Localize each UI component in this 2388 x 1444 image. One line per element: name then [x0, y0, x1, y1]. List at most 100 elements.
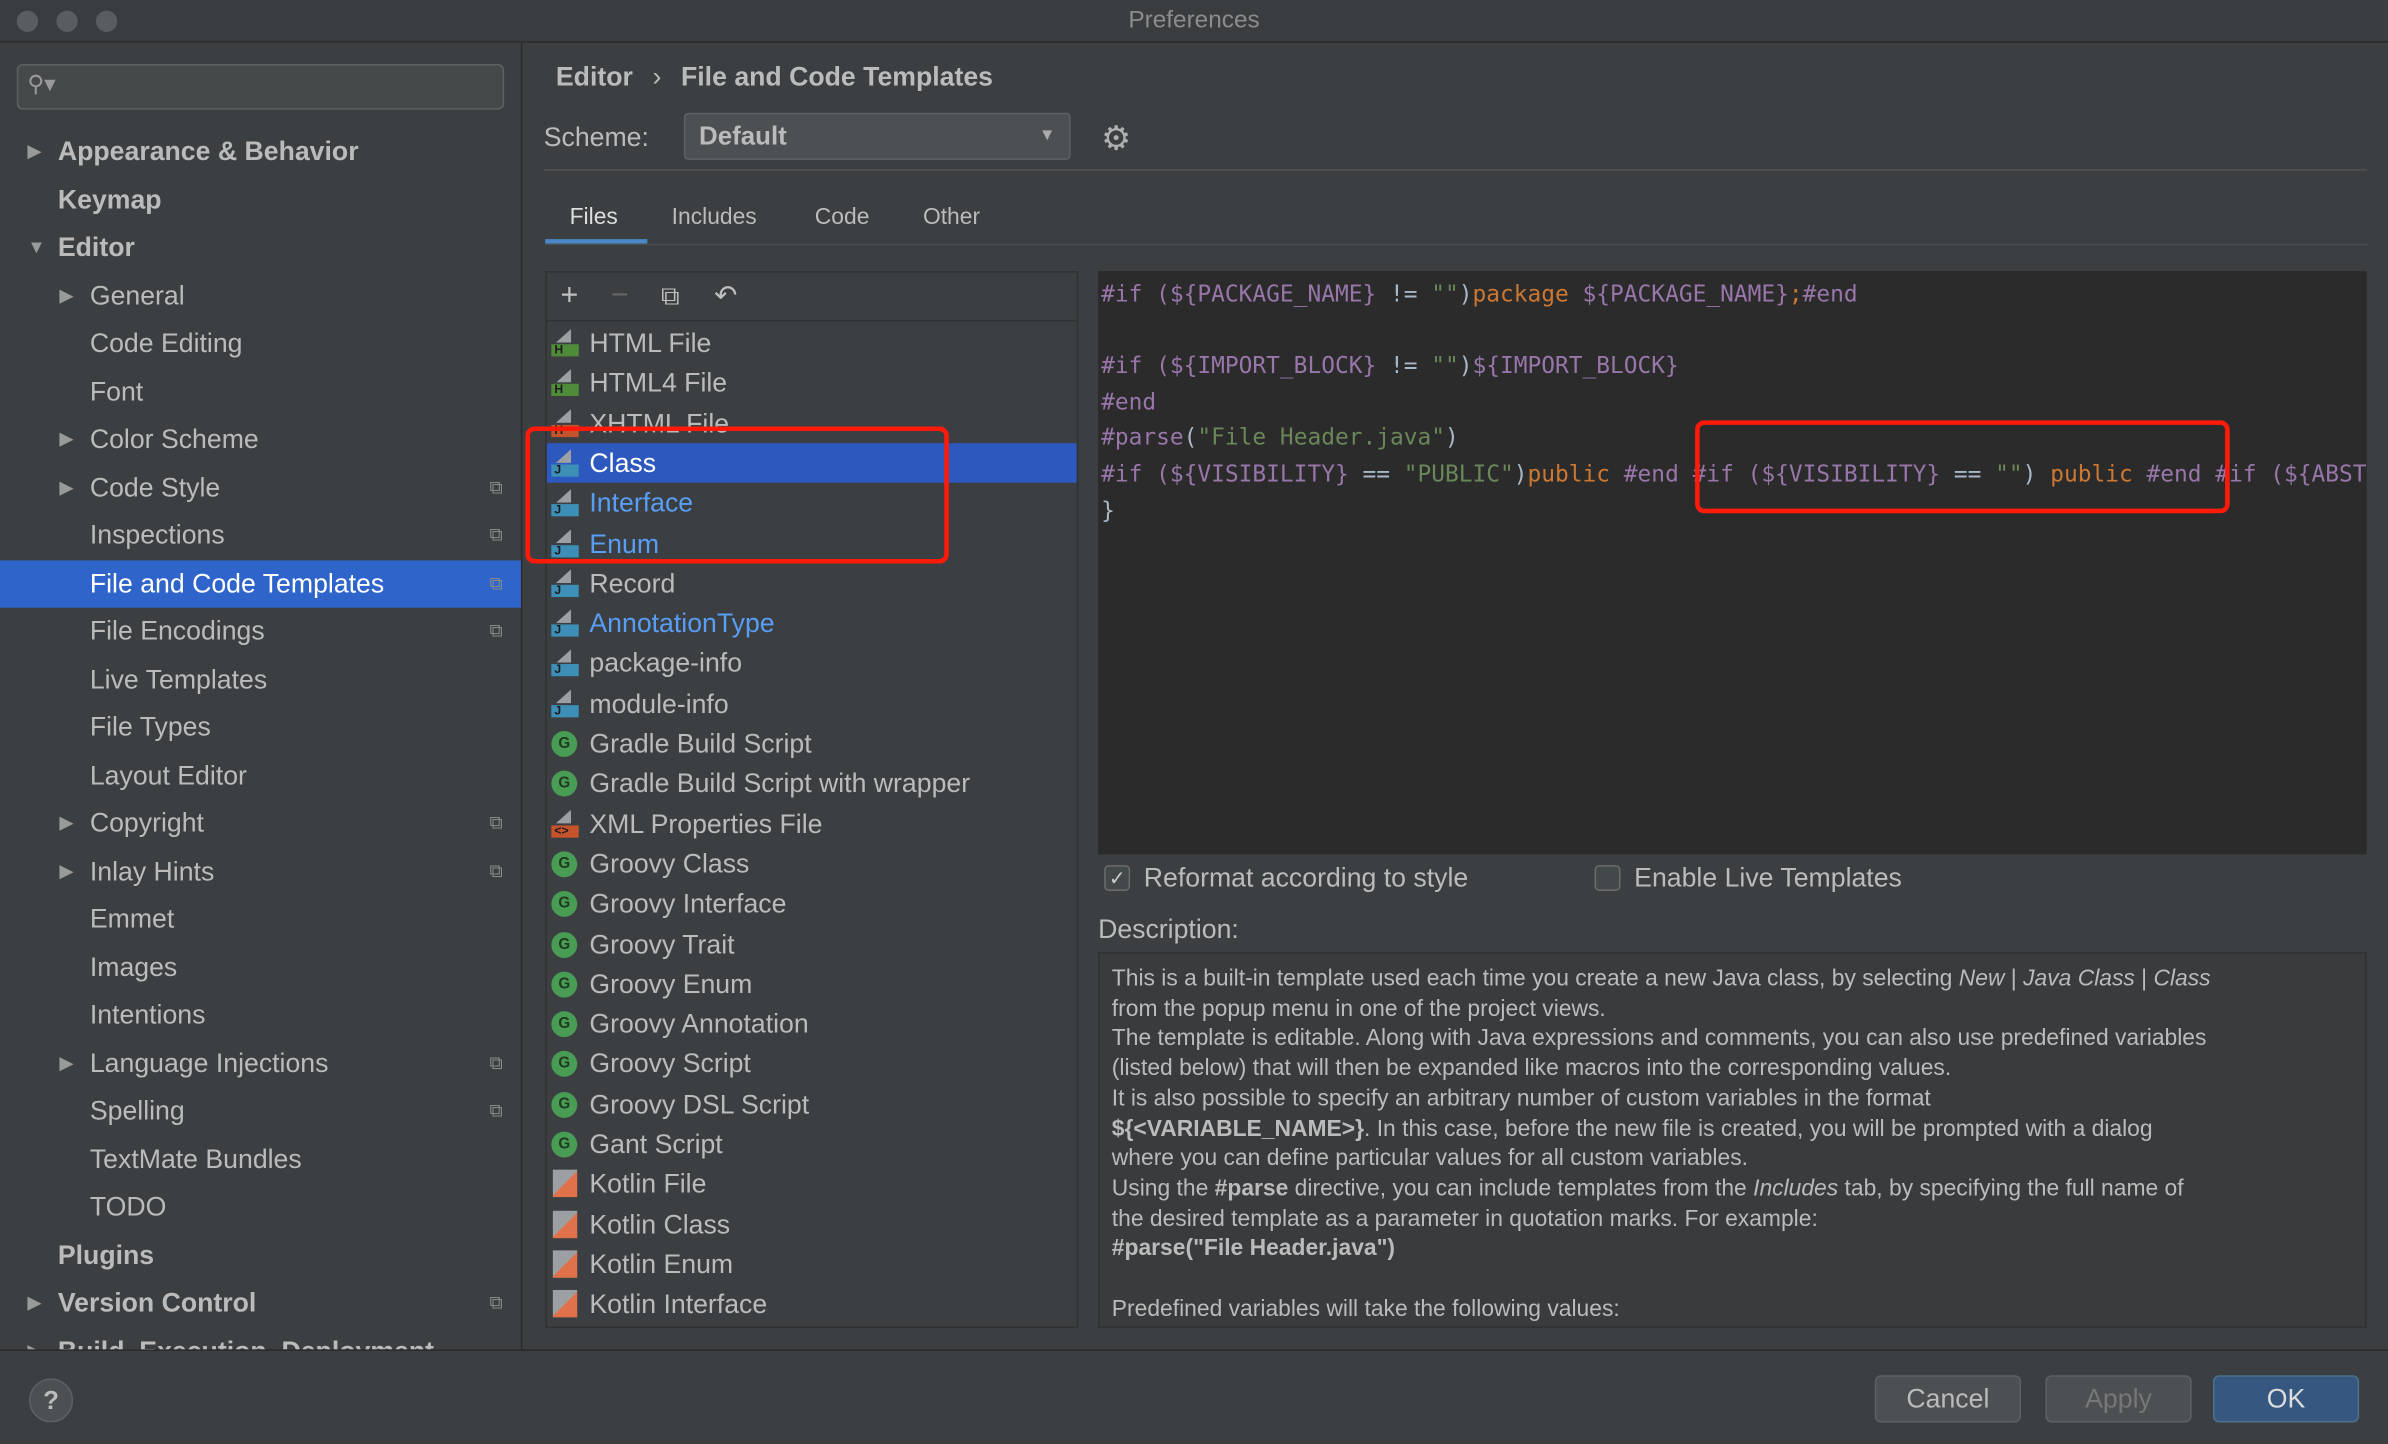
gradle-icon: G	[551, 771, 578, 797]
list-toolbar: + − ⧉ ↶	[546, 273, 1077, 322]
description-label: Description:	[1098, 913, 1239, 945]
template-item[interactable]: H HTML File	[547, 323, 1077, 363]
template-item[interactable]: G Groovy Interface	[547, 884, 1077, 924]
tab-includes[interactable]: Includes	[672, 204, 757, 230]
add-icon[interactable]: +	[560, 279, 578, 314]
sidebar-item[interactable]: File Encodings ⧉	[0, 608, 521, 655]
sidebar-item[interactable]: ▶ Code Style ⧉	[0, 464, 521, 511]
template-item-label: Kotlin File	[589, 1168, 707, 1200]
template-item[interactable]: Kotlin Class	[547, 1204, 1077, 1244]
template-item[interactable]: Kotlin Interface	[547, 1284, 1077, 1324]
sidebar-item[interactable]: ▶ Copyright ⧉	[0, 800, 521, 847]
maximize-window-button[interactable]	[95, 10, 118, 32]
code-token: #if (	[1101, 280, 1170, 308]
close-window-button[interactable]	[16, 10, 39, 32]
chevron-right-icon[interactable]: ▶	[27, 1279, 41, 1326]
reformat-checkbox[interactable]: ✓	[1104, 865, 1131, 891]
project-settings-icon: ⧉	[489, 475, 503, 498]
chevron-right-icon[interactable]: ▶	[59, 848, 73, 895]
sidebar-item[interactable]: Images	[0, 943, 521, 990]
template-item[interactable]: G Groovy Trait	[547, 924, 1077, 964]
help-button[interactable]: ?	[28, 1378, 74, 1423]
tab-other[interactable]: Other	[923, 204, 980, 230]
sidebar-item[interactable]: ▶ Appearance & Behavior	[0, 128, 521, 175]
template-item[interactable]: G Groovy Script	[547, 1044, 1077, 1084]
chevron-right-icon[interactable]: ▶	[59, 800, 73, 847]
sidebar-item[interactable]: Intentions	[0, 991, 521, 1038]
code-token: (	[1183, 423, 1198, 452]
sidebar-item-label: General	[89, 279, 185, 310]
remove-icon[interactable]: −	[611, 279, 629, 314]
sidebar-item[interactable]: Live Templates	[0, 656, 521, 703]
sidebar-item[interactable]: ▶ Inlay Hints ⧉	[0, 848, 521, 895]
apply-button[interactable]: Apply	[2045, 1375, 2192, 1423]
sidebar-item[interactable]: ▶ General	[0, 272, 521, 319]
sidebar-item[interactable]: Plugins	[0, 1231, 521, 1278]
template-item[interactable]: J Record	[547, 563, 1077, 603]
template-item-label: Groovy Enum	[589, 968, 753, 999]
code-token: ""	[1431, 280, 1459, 308]
template-item[interactable]: G Groovy Annotation	[547, 1004, 1077, 1044]
template-item[interactable]: J AnnotationType	[547, 603, 1077, 643]
sidebar-item[interactable]: Keymap	[0, 176, 521, 223]
live-templates-checkbox[interactable]	[1594, 865, 1621, 891]
template-item[interactable]: G Groovy DSL Script	[547, 1084, 1077, 1124]
chevron-down-icon[interactable]: ▼	[27, 224, 45, 271]
sidebar-item[interactable]: ▶ Language Injections ⧉	[0, 1039, 521, 1086]
sidebar-item[interactable]: TextMate Bundles	[0, 1135, 521, 1182]
sidebar-item-label: File Types	[89, 711, 211, 742]
code-token: ;	[1788, 280, 1803, 308]
template-item-label: package-info	[589, 647, 743, 679]
chevron-right-icon[interactable]: ▶	[59, 272, 73, 319]
template-item[interactable]: <> XML Properties File	[547, 804, 1077, 844]
sidebar-item[interactable]: Inspections ⧉	[0, 512, 521, 559]
sidebar-item-label: Images	[89, 951, 178, 982]
minimize-window-button[interactable]	[56, 10, 78, 32]
code-token: #end	[1802, 280, 1858, 308]
scheme-select[interactable]: Default ▼	[683, 112, 1071, 160]
template-item[interactable]: Kotlin Enum	[547, 1244, 1077, 1284]
sidebar-item[interactable]: TODO	[0, 1183, 521, 1230]
main-panel: Editor › File and Code Templates Scheme:…	[524, 43, 2388, 1350]
sidebar-item[interactable]: ▼ Editor	[0, 224, 521, 271]
gear-icon[interactable]: ⚙	[1101, 119, 1131, 159]
sidebar-item[interactable]: Emmet	[0, 896, 521, 943]
breadcrumb-parent[interactable]: Editor	[556, 61, 633, 91]
chevron-right-icon[interactable]: ▶	[59, 416, 73, 463]
template-item[interactable]: G Groovy Enum	[547, 964, 1077, 1004]
template-item[interactable]: H HTML4 File	[547, 363, 1077, 403]
code-token: "File Header.java"	[1197, 423, 1445, 452]
tab-code[interactable]: Code	[815, 204, 870, 230]
cancel-button[interactable]: Cancel	[1874, 1375, 2022, 1423]
copy-icon[interactable]: ⧉	[661, 282, 679, 312]
sidebar-item[interactable]: Layout Editor	[0, 752, 521, 799]
sidebar-item[interactable]: File Types	[0, 704, 521, 751]
template-item[interactable]: G Gradle Build Script with wrapper	[547, 763, 1077, 803]
template-item[interactable]: Jmodule-info	[547, 683, 1077, 723]
template-item[interactable]: Kotlin File	[547, 1164, 1077, 1204]
template-item-label: Gradle Build Script	[589, 727, 812, 759]
groovy-icon: G	[551, 851, 578, 878]
template-item-label: Kotlin Class	[589, 1208, 731, 1240]
template-code-editor[interactable]: #if (${PACKAGE_NAME} != "")package ${PAC…	[1098, 271, 2367, 855]
chevron-right-icon[interactable]: ▶	[27, 128, 41, 175]
chevron-right-icon[interactable]: ▶	[59, 464, 73, 511]
chevron-right-icon[interactable]: ▶	[59, 1039, 73, 1086]
ok-button[interactable]: OK	[2212, 1375, 2360, 1423]
tab-files[interactable]: Files	[570, 204, 618, 230]
template-item[interactable]: G Gradle Build Script	[547, 723, 1077, 763]
template-item[interactable]: G Gant Script	[547, 1124, 1077, 1164]
settings-search-input[interactable]: ⚲▾	[16, 63, 505, 110]
sidebar-item[interactable]: ▶ Version Control ⧉	[0, 1279, 521, 1326]
sidebar-item[interactable]: File and Code Templates ⧉	[0, 559, 521, 607]
template-item-label: HTML4 File	[589, 367, 728, 398]
template-item[interactable]: Jpackage-info	[547, 643, 1077, 683]
sidebar-item[interactable]: Font	[0, 368, 521, 415]
reformat-option[interactable]: ✓ Reformat according to style	[1104, 862, 1468, 894]
template-item[interactable]: G Groovy Class	[547, 844, 1077, 884]
sidebar-item[interactable]: Code Editing	[0, 320, 521, 367]
sidebar-item[interactable]: Spelling ⧉	[0, 1087, 521, 1134]
reset-icon[interactable]: ↶	[714, 280, 737, 312]
live-templates-option[interactable]: Enable Live Templates	[1594, 862, 1902, 894]
sidebar-item[interactable]: ▶ Color Scheme	[0, 416, 521, 463]
